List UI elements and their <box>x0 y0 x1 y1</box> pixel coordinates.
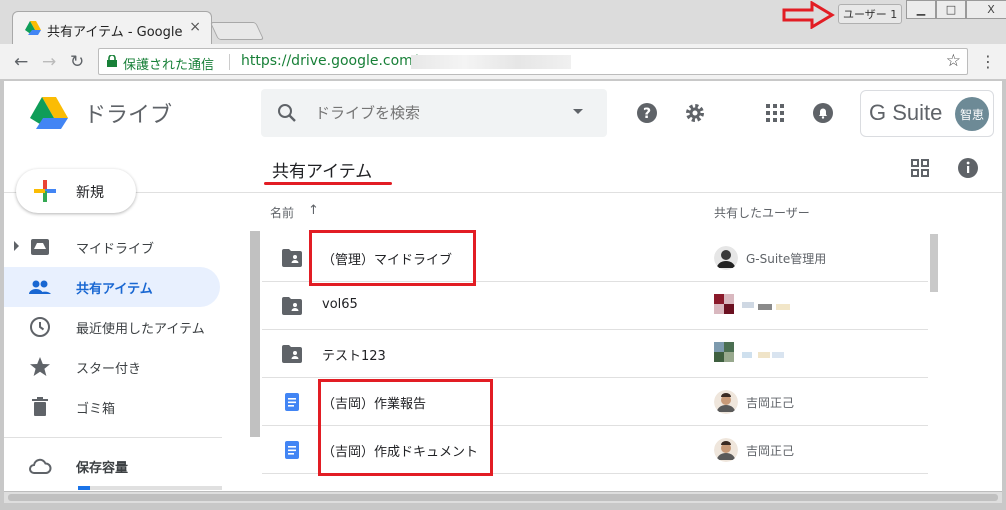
redacted-user-info <box>714 294 790 314</box>
shared-by-name: 吉岡正己 <box>746 396 795 410</box>
column-header-name[interactable]: 名前 <box>270 204 294 221</box>
table-row[interactable]: vol65 <box>262 282 928 330</box>
sidebar-item-label: 保存容量 <box>76 461 129 476</box>
scrollbar-thumb[interactable] <box>8 494 998 501</box>
avatar[interactable]: 智恵 <box>955 97 989 131</box>
redacted-url-path <box>411 55 571 69</box>
plus-icon <box>34 180 56 202</box>
sidebar-item-my-drive[interactable]: マイドライブ <box>4 227 220 267</box>
user-avatar <box>714 438 738 462</box>
drive-logo-icon[interactable] <box>30 97 68 129</box>
column-header-shared-by: 共有したユーザー <box>714 206 810 220</box>
app-name: ドライブ <box>84 103 173 128</box>
bookmark-star-icon[interactable]: ☆ <box>946 51 961 71</box>
secure-label: 保護された通信 <box>123 58 215 73</box>
notifications-bell-icon[interactable] <box>812 102 834 124</box>
window-controls: ▁ □ X <box>906 0 1006 20</box>
tab-close-icon[interactable]: × <box>189 19 201 35</box>
sidebar-item-starred[interactable]: スター付き <box>4 347 220 387</box>
search-box[interactable] <box>261 89 607 137</box>
shared-folder-icon <box>282 345 302 363</box>
close-window-button[interactable]: X <box>966 0 1006 19</box>
tab-title: 共有アイテム - Google <box>47 25 183 40</box>
account-switcher[interactable]: G Suite 智恵 <box>860 90 994 137</box>
file-name[interactable]: テスト123 <box>322 345 386 364</box>
clock-icon <box>30 317 50 337</box>
page-title: 共有アイテム <box>272 162 373 182</box>
sidebar-item-label: ゴミ箱 <box>76 402 116 417</box>
svg-text:?: ? <box>643 106 651 122</box>
new-button-label: 新規 <box>76 185 104 201</box>
maximize-button[interactable]: □ <box>936 0 966 19</box>
annotation-underline <box>264 182 392 185</box>
shared-folder-icon <box>282 297 302 315</box>
sidebar-item-trash[interactable]: ゴミ箱 <box>4 387 220 427</box>
annotation-box <box>309 230 476 286</box>
redacted-user-info <box>714 342 784 362</box>
reload-button[interactable]: ↻ <box>70 52 84 72</box>
google-doc-icon <box>285 393 299 411</box>
sidebar-divider <box>4 437 222 438</box>
gsuite-label: G Suite <box>869 100 943 125</box>
sub-header <box>4 145 1002 193</box>
browser-menu-icon[interactable]: ⋮ <box>980 52 996 71</box>
storage-progress-fill <box>78 486 90 490</box>
help-icon[interactable]: ? <box>636 102 658 124</box>
sidebar-item-recent[interactable]: 最近使用したアイテム <box>4 307 220 347</box>
browser-titlebar: 共有アイテム - Google × ユーザー 1 ▁ □ X <box>0 0 1006 44</box>
drive-favicon-icon <box>25 21 41 35</box>
shared-folder-icon <box>282 249 302 267</box>
search-options-chevron-icon[interactable] <box>573 109 583 114</box>
drive-icon <box>31 239 49 255</box>
lock-icon <box>107 55 117 67</box>
settings-gear-icon[interactable] <box>684 102 706 124</box>
new-button[interactable]: 新規 <box>16 169 136 213</box>
horizontal-scrollbar[interactable] <box>4 491 1002 503</box>
people-icon <box>29 280 51 294</box>
star-icon <box>30 357 50 376</box>
grid-view-icon[interactable] <box>910 158 930 178</box>
table-row[interactable]: テスト123 <box>262 330 928 378</box>
expand-arrow-icon[interactable] <box>14 241 19 251</box>
file-name[interactable]: vol65 <box>322 297 358 312</box>
annotation-arrow-icon <box>782 1 835 29</box>
shared-by-name: G-Suite管理用 <box>746 252 827 266</box>
address-bar[interactable]: 保護された通信 https://drive.google.com/ ☆ <box>98 48 968 75</box>
sidebar-item-storage[interactable]: 保存容量 <box>4 446 220 486</box>
trash-icon <box>32 397 48 416</box>
new-tab-button[interactable] <box>209 22 265 40</box>
sidebar-item-label: マイドライブ <box>76 242 155 257</box>
sidebar-item-label: 共有アイテム <box>76 282 153 297</box>
url-text[interactable]: https://drive.google.com/ <box>241 53 418 69</box>
omnibox-divider <box>229 54 230 70</box>
sidebar-scrollbar[interactable] <box>250 231 260 437</box>
apps-grid-icon[interactable] <box>764 102 786 124</box>
annotation-box <box>318 379 493 476</box>
sidebar-item-label: スター付き <box>76 362 142 377</box>
sidebar-item-shared[interactable]: 共有アイテム <box>4 267 220 307</box>
google-doc-icon <box>285 441 299 459</box>
info-icon[interactable] <box>957 157 979 179</box>
forward-button[interactable]: → <box>42 52 56 72</box>
storage-progress-bar <box>78 486 222 490</box>
file-list-scrollbar[interactable] <box>930 234 938 292</box>
app-header: ドライブ ? <box>4 81 1002 145</box>
back-button[interactable]: ← <box>14 52 28 72</box>
drive-app: ドライブ ? <box>4 81 1002 491</box>
search-icon[interactable] <box>277 103 297 123</box>
sort-ascending-icon[interactable]: ↑ <box>308 203 319 218</box>
search-input[interactable] <box>315 101 555 125</box>
cloud-icon <box>29 458 52 474</box>
shared-by-name: 吉岡正己 <box>746 444 795 458</box>
minimize-button[interactable]: ▁ <box>906 0 936 19</box>
sidebar-item-label: 最近使用したアイテム <box>76 322 205 337</box>
browser-toolbar: ← → ↻ 保護された通信 https://drive.google.com/ … <box>0 44 1006 80</box>
user-avatar <box>714 246 738 270</box>
browser-tab[interactable]: 共有アイテム - Google × <box>12 11 212 44</box>
profile-button[interactable]: ユーザー 1 <box>838 4 903 24</box>
user-avatar <box>714 390 738 414</box>
